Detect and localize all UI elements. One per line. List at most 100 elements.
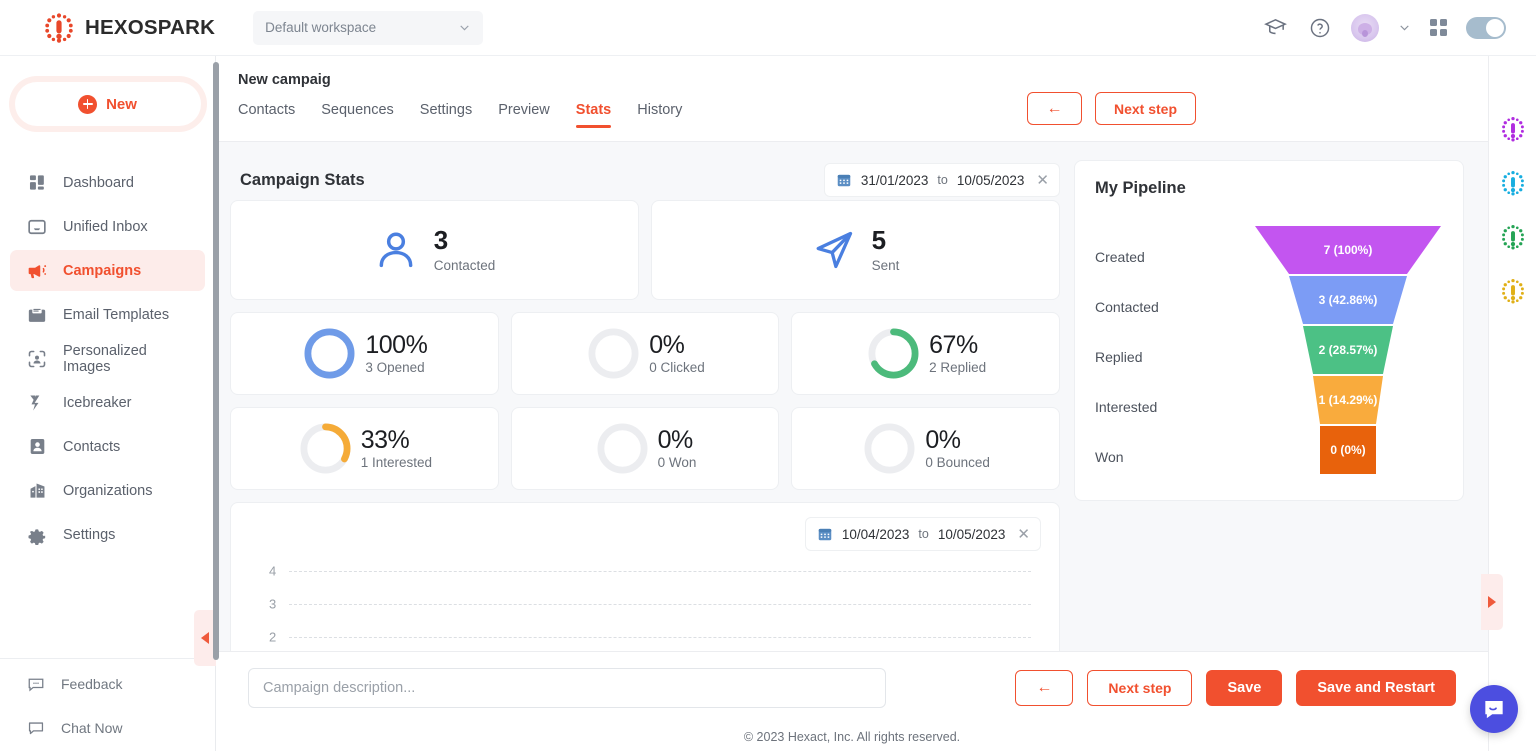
gear-icon [26,524,48,546]
donut-card-won: 0% 0 Won [510,407,780,490]
y-axis-tick: 2 [269,629,277,645]
workspace-label: Default workspace [265,20,377,35]
bottom-back-button[interactable]: ← [1015,669,1074,706]
stat-label: Sent [871,257,900,273]
sidebar-item-personalized-images[interactable]: Personalized Images [10,338,205,379]
donut-label: 0 Won [657,454,697,470]
sidebar-item-campaigns[interactable]: Campaigns [10,250,205,291]
brand-name: HEXOSPARK [85,15,216,39]
sidebar-item-contacts[interactable]: Contacts [10,426,205,467]
stats-date-range-picker[interactable]: 31/01/2023 to 10/05/2023 ✕ [823,163,1060,197]
sidebar-item-label: Chat Now [61,719,123,736]
funnel-segment: 7 (100%) [1255,226,1441,274]
save-and-restart-button[interactable]: Save and Restart [1296,669,1456,706]
stat-card-contacted: 3 Contacted [230,200,639,300]
feedback-icon [26,674,46,694]
donut-card-opened: 100% 3 Opened [230,312,499,395]
header-back-button[interactable]: ← [1026,92,1082,125]
pipeline-labels: Created Contacted Replied Interested Won [1095,214,1255,482]
campaign-description-input[interactable] [248,667,886,708]
sidebar-item-label: Settings [63,526,116,543]
save-button[interactable]: Save [1206,669,1283,706]
donut-chart [300,423,351,474]
donut-percent: 33% [360,425,410,454]
chart-date-to: 10/05/2023 [937,526,1006,542]
right-rail-expand-toggle[interactable] [1481,574,1503,630]
sidebar-item-label: Feedback [61,675,123,692]
theme-toggle[interactable] [1466,16,1506,39]
sidebar-item-organizations[interactable]: Organizations [10,470,205,511]
donut-card-interested: 33% 1 Interested [230,407,499,490]
donut-label: 0 Bounced [925,454,990,470]
sidebar-item-chat-now[interactable]: Chat Now [10,707,205,748]
funnel-segment: 1 (14.29%) [1255,376,1441,424]
chart-date-range-picker[interactable]: 10/04/2023 to 10/05/2023 ✕ [804,517,1041,551]
icebreaker-icon [26,392,48,414]
personalized-image-icon [26,348,48,370]
pipeline-stage-label: Created [1095,249,1145,265]
person-icon [379,232,413,268]
funnel-segment-label: 3 (42.86%) [1318,293,1378,307]
sidebar-item-label: Contacts [63,438,121,455]
sidebar-scrollbar[interactable] [213,62,219,660]
sidebar-item-label: Email Templates [63,306,170,323]
donut-card-bounced: 0% 0 Bounced [791,407,1061,490]
donut-percent: 0% [657,425,694,454]
tab-contacts[interactable]: Contacts [238,102,295,128]
avatar[interactable] [1351,13,1379,42]
app-logo[interactable]: HEXOSPARK [42,11,215,45]
sidebar-item-icebreaker[interactable]: Icebreaker [10,382,205,423]
new-button[interactable]: New [14,82,201,126]
funnel-segment-label: 1 (14.29%) [1318,393,1378,407]
y-axis-tick: 3 [269,596,277,612]
hexomatic-app-icon[interactable] [1499,116,1527,144]
new-button-label: New [106,95,137,113]
close-icon[interactable]: ✕ [1017,525,1030,543]
chart-date-to-label: to [918,527,929,541]
funnel-segment-label: 0 (0%) [1330,443,1366,457]
hexowatch-app-icon[interactable] [1499,170,1527,198]
sidebar-item-label: Campaigns [63,262,142,279]
tab-sequences[interactable]: Sequences [321,102,394,128]
sidebar-item-dashboard[interactable]: Dashboard [10,162,205,203]
chart-date-from: 10/04/2023 [841,526,910,542]
donut-chart [597,423,648,474]
help-circle-icon[interactable] [1307,15,1332,40]
funnel-segment-label: 7 (100%) [1323,243,1373,257]
dashboard-icon [26,172,48,194]
summary-cards-row: 3 Contacted 5 Sent [230,200,1060,300]
workspace-selector[interactable]: Default workspace [253,10,484,45]
sidebar-item-feedback[interactable]: Feedback [10,663,205,704]
close-icon[interactable]: ✕ [1036,171,1049,189]
stat-card-sent: 5 Sent [651,200,1060,300]
donut-percent: 67% [929,330,978,359]
tab-preview[interactable]: Preview [498,102,550,128]
bottom-next-step-button[interactable]: Next step [1087,669,1193,706]
top-bar: HEXOSPARK Default workspace [0,0,1536,56]
tab-history[interactable]: History [637,102,682,128]
intercom-chat-button[interactable] [1470,685,1518,733]
footer: © 2023 Hexact, Inc. All rights reserved. [216,723,1488,751]
chevron-down-icon[interactable] [1398,21,1411,34]
y-axis-tick: 4 [269,563,277,579]
donut-chart [864,423,915,474]
academy-cap-icon[interactable] [1263,15,1288,40]
right-app-rail [1488,56,1536,751]
hexometer-app-icon[interactable] [1499,224,1527,252]
divider [0,658,215,659]
donut-chart [304,328,355,379]
tab-stats[interactable]: Stats [575,102,612,128]
donut-percent: 0% [925,425,961,454]
donut-chart [588,328,639,379]
hexofy-app-icon[interactable] [1499,278,1527,306]
tab-settings[interactable]: Settings [420,102,472,128]
apps-grid-icon[interactable] [1430,19,1447,36]
inbox-icon [26,216,48,238]
sidebar-item-email-templates[interactable]: Email Templates [10,294,205,335]
toggle-knob [1486,18,1504,37]
sidebar-item-unified-inbox[interactable]: Unified Inbox [10,206,205,247]
header-next-step-button[interactable]: Next step [1094,92,1196,125]
campaign-stats-header: Campaign Stats 31/01/2023 to 10/05/2023 … [230,160,1060,200]
donut-row-2: 33% 1 Interested 0% 0 Won 0% 0 Bounced [230,407,1061,490]
sidebar-item-settings[interactable]: Settings [10,514,205,555]
